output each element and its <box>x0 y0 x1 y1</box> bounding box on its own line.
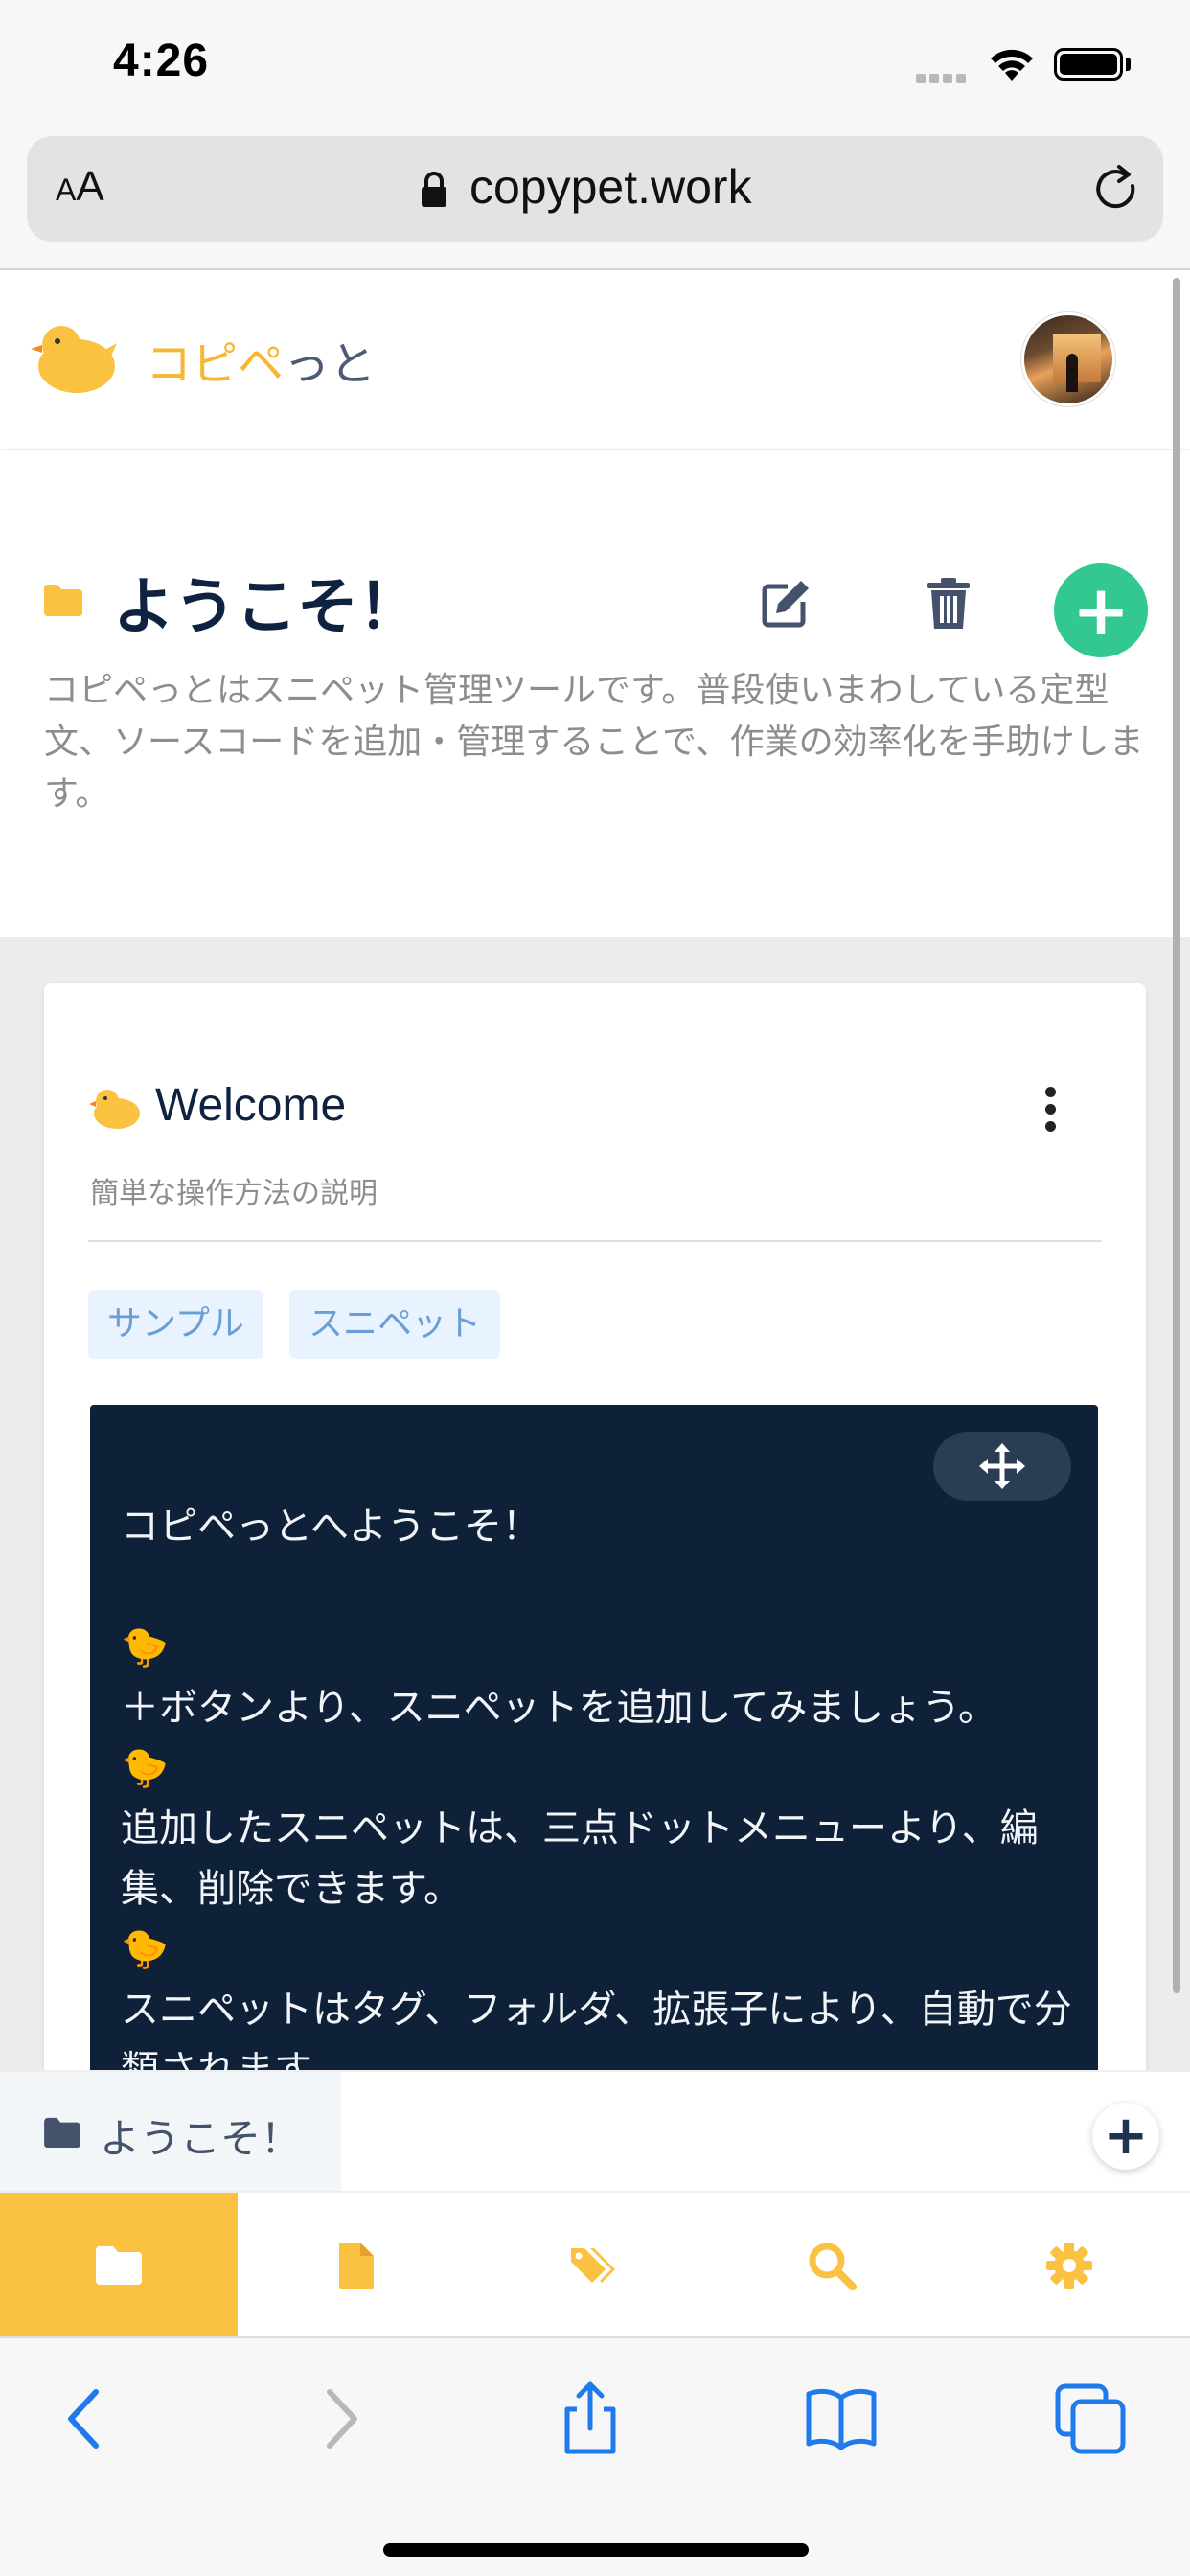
brand-accent: コピペ <box>146 337 285 391</box>
card-divider <box>88 1240 1102 1242</box>
brand-name[interactable]: コピペっと <box>146 326 376 393</box>
tag-chip[interactable]: サンプル <box>88 1290 263 1359</box>
scrollbar[interactable] <box>1173 278 1180 1993</box>
address-bar[interactable]: AA copypet.work <box>27 136 1163 242</box>
tags-icon <box>571 2248 615 2283</box>
tab-tags[interactable] <box>475 2193 713 2338</box>
add-folder-button[interactable]: + <box>1092 2103 1159 2170</box>
lock-icon <box>422 172 446 207</box>
tabs-icon[interactable] <box>1052 2380 1129 2457</box>
home-indicator[interactable] <box>383 2543 809 2557</box>
tab-folders[interactable] <box>0 2193 238 2338</box>
status-time: 4:26 <box>113 35 210 86</box>
current-folder-label: ようこそ！ <box>100 2115 302 2162</box>
wifi-icon <box>991 49 1033 80</box>
folder-icon <box>96 2246 142 2285</box>
search-icon <box>809 2242 857 2290</box>
browser-toolbar <box>0 2336 1190 2576</box>
reader-settings-button[interactable]: AA <box>56 163 104 211</box>
aa-small: A <box>56 172 77 207</box>
folder-description: コピペっとはスニペット管理ツールです。普段使いまわしている定型文、ソースコードを… <box>44 671 1144 814</box>
bookmarks-icon[interactable] <box>803 2380 880 2457</box>
gear-icon <box>1046 2242 1092 2288</box>
move-handle[interactable] <box>933 1432 1071 1501</box>
tab-bar <box>0 2191 1190 2338</box>
avatar[interactable] <box>1021 312 1115 406</box>
snippet-list: Welcome 簡単な操作方法の説明 サンプル スニペット コピペっとへようこそ… <box>0 937 1190 2070</box>
code-block[interactable]: コピペっとへようこそ！ 🐤 ＋ボタンより、スニペットを追加してみましょう。 🐤 … <box>90 1405 1098 2070</box>
plus-icon: + <box>1071 570 1131 651</box>
battery-icon <box>1054 48 1123 80</box>
tab-settings[interactable] <box>950 2193 1188 2338</box>
app-header: コピペっと <box>0 270 1190 448</box>
aa-large: A <box>76 163 104 210</box>
plus-icon: + <box>1103 2104 1149 2167</box>
edit-icon[interactable] <box>759 577 812 631</box>
code-text: コピペっとへようこそ！ 🐤 ＋ボタンより、スニペットを追加してみましょう。 🐤 … <box>121 1505 1072 2070</box>
move-icon <box>979 1443 1025 1489</box>
cellular-signal-icon <box>916 69 972 83</box>
brand-rest: っと <box>284 337 377 391</box>
snippet-subtitle: 簡単な操作方法の説明 <box>90 1177 378 1210</box>
status-bar: 4:26 <box>0 0 1190 134</box>
chick-logo-icon[interactable] <box>29 318 119 395</box>
current-folder-tab[interactable]: ようこそ！ <box>0 2072 341 2193</box>
forward-icon[interactable] <box>299 2380 376 2457</box>
battery-tip <box>1126 58 1131 71</box>
folder-bar: ようこそ！ + <box>0 2070 1190 2193</box>
tab-files[interactable] <box>238 2193 475 2338</box>
snippet-title: Welcome <box>155 1080 347 1131</box>
url-text: copypet.work <box>469 160 752 214</box>
tag-chip[interactable]: スニペット <box>289 1290 501 1359</box>
folder-icon <box>44 2117 80 2149</box>
folder-section: ようこそ！ + コピペっとはスニペット管理ツールです。普段使いまわしている定型文… <box>0 450 1190 937</box>
more-menu-icon[interactable] <box>1041 1087 1060 1135</box>
share-icon[interactable] <box>552 2380 629 2457</box>
folder-title: ようこそ！ <box>113 572 420 643</box>
add-snippet-button[interactable]: + <box>1054 564 1148 657</box>
trash-icon[interactable] <box>926 577 972 631</box>
tab-search[interactable] <box>713 2193 950 2338</box>
snippet-card[interactable]: Welcome 簡単な操作方法の説明 サンプル スニペット コピペっとへようこそ… <box>44 983 1146 2070</box>
chick-icon <box>89 1090 140 1129</box>
file-icon <box>339 2242 374 2288</box>
folder-icon <box>44 585 82 617</box>
reload-icon[interactable] <box>1090 163 1144 217</box>
back-icon[interactable] <box>50 2380 126 2457</box>
